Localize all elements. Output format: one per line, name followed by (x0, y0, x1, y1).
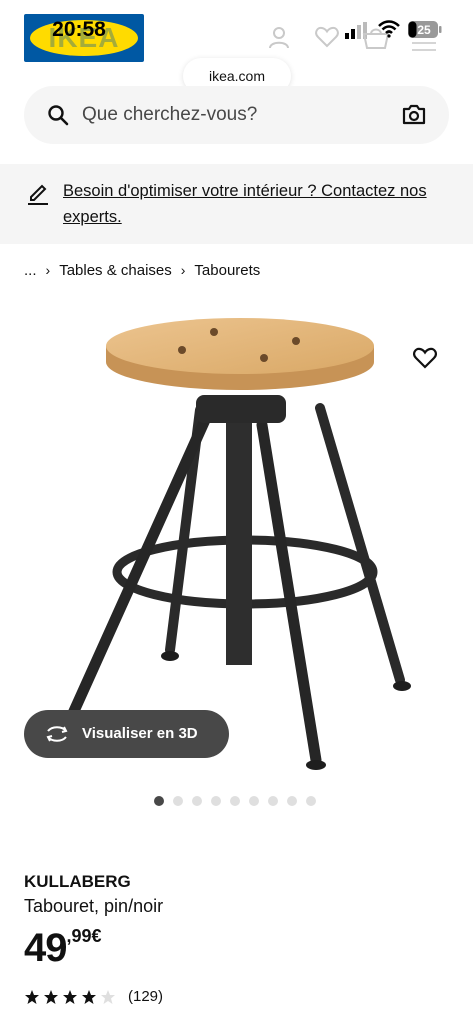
product-description: Tabouret, pin/noir (24, 896, 164, 916)
star-icon (25, 989, 39, 1004)
review-count: (129) (128, 988, 164, 1005)
price-decimal: ,99€ (66, 926, 102, 946)
star-icon (63, 989, 77, 1004)
search-input[interactable]: Que cherchez-vous? (82, 104, 257, 126)
search-icon (46, 103, 70, 132)
carousel-dot[interactable] (230, 796, 240, 806)
status-time: 20:58 (52, 18, 106, 41)
star-icon (82, 989, 96, 1004)
star-icon (101, 989, 115, 1004)
rotate-3d-icon (44, 724, 70, 748)
rating-stars (24, 989, 116, 1005)
view-3d-button[interactable]: Visualiser en 3D (24, 710, 229, 758)
breadcrumb-ellipsis[interactable]: ... (24, 262, 37, 279)
pencil-icon (26, 180, 50, 211)
contact-experts-link[interactable]: Besoin d'optimiser votre intérieur ? Con… (63, 178, 453, 230)
breadcrumb-item-tabourets[interactable]: Tabourets (194, 262, 260, 279)
image-carousel-indicator (154, 796, 316, 806)
heart-icon[interactable] (314, 24, 340, 55)
carousel-dot[interactable] (287, 796, 297, 806)
carousel-dot[interactable] (306, 796, 316, 806)
chevron-right-icon: › (45, 262, 51, 278)
save-favorite-heart-icon[interactable] (412, 346, 438, 375)
wifi-icon (378, 20, 400, 43)
battery-level: 25 (417, 23, 431, 37)
user-icon[interactable] (266, 24, 292, 55)
search-bar[interactable]: Que cherchez-vous? (24, 86, 449, 144)
carousel-dot[interactable] (268, 796, 278, 806)
carousel-dot[interactable] (154, 796, 164, 806)
camera-icon[interactable] (401, 103, 427, 132)
chevron-right-icon: › (180, 262, 186, 278)
product-image[interactable] (0, 300, 473, 780)
breadcrumb-item-tables-chaises[interactable]: Tables & chaises (59, 262, 172, 279)
view-3d-label: Visualiser en 3D (82, 725, 198, 742)
carousel-dot[interactable] (173, 796, 183, 806)
product-name[interactable]: KULLABERG (24, 872, 131, 892)
carousel-dot[interactable] (192, 796, 202, 806)
price-integer: 49 (24, 926, 67, 970)
carousel-dot[interactable] (249, 796, 259, 806)
product-price: 49,99€ (24, 926, 102, 971)
contact-experts-banner: Besoin d'optimiser votre intérieur ? Con… (0, 164, 473, 244)
menu-icon[interactable] (412, 40, 436, 63)
star-icon (44, 989, 58, 1004)
product-rating[interactable]: (129) (24, 988, 163, 1005)
carousel-dot[interactable] (211, 796, 221, 806)
breadcrumb: ... › Tables & chaises › Tabourets (24, 260, 260, 280)
